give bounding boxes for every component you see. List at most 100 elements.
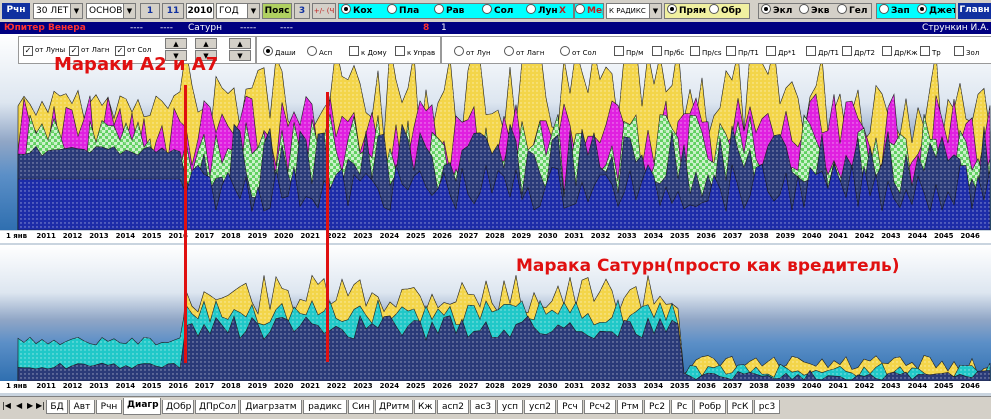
spin-down-3[interactable]: ▼ <box>229 50 251 61</box>
sheet-tab[interactable]: Рсч2 <box>584 400 616 414</box>
sheet-tab[interactable]: Авт <box>69 400 95 414</box>
sheet-tab[interactable]: Ртм <box>617 400 643 414</box>
radio-zap[interactable]: Зап <box>879 4 910 18</box>
sheet-tab[interactable]: Робр <box>694 400 726 414</box>
spin-up-3[interactable]: ▲ <box>229 38 251 49</box>
radio-sol[interactable]: Сол <box>482 4 513 18</box>
year-field[interactable]: 2010 <box>186 3 214 19</box>
num2-field[interactable]: 11 <box>162 3 184 19</box>
option-right-4[interactable]: Пр/бс <box>652 46 684 57</box>
option-label: Зол <box>966 49 980 57</box>
chevron-down-icon: ▼ <box>70 4 82 18</box>
radix-select[interactable]: К РАДИКС ▼ <box>606 3 662 19</box>
nav-next-icon[interactable]: ▶ <box>27 401 33 410</box>
year-tick-label: 2037 <box>722 232 743 240</box>
num1-field[interactable]: 1 <box>140 3 160 19</box>
radio-pla[interactable]: Пла <box>387 4 419 18</box>
option-right-10[interactable]: Др/Кж <box>882 46 918 57</box>
year-tick-label: 2023 <box>353 382 373 390</box>
option-right-11[interactable]: Тр <box>920 46 941 57</box>
option-right-6[interactable]: Пр/Т1 <box>726 46 759 57</box>
sheet-tab[interactable]: рс3 <box>754 400 780 414</box>
x-label: X <box>559 6 566 16</box>
radio-icon <box>387 4 397 14</box>
info-dash-4: ---- <box>280 23 293 33</box>
sheet-tab[interactable]: ДПрСол <box>195 400 239 414</box>
year-tick-label: 2040 <box>802 382 822 390</box>
sheet-tab[interactable]: Син <box>348 400 374 414</box>
unit-select[interactable]: ГОД ▼ <box>216 3 260 19</box>
option-mid-1[interactable]: Асп <box>307 46 332 57</box>
spin-up-2[interactable]: ▲ <box>195 38 217 49</box>
year-tick-label: 2026 <box>432 382 452 390</box>
radio-dzhet[interactable]: Джет <box>917 4 955 18</box>
period-select[interactable]: 30 ЛЕТ ▼ <box>33 3 83 19</box>
option-right-0[interactable]: от Лун <box>454 46 491 57</box>
radio-ekl[interactable]: Экл <box>761 4 792 18</box>
nav-first-icon[interactable]: |◀ <box>2 401 11 410</box>
option-label: Др*1 <box>778 49 796 57</box>
sheet-tab[interactable]: Рсч <box>557 400 583 414</box>
option-right-8[interactable]: Др/Т1 <box>806 46 839 57</box>
spin-up-1[interactable]: ▲ <box>165 38 187 49</box>
radio-lun[interactable]: Лун <box>526 4 558 18</box>
year-tick-label: 2038 <box>749 382 769 390</box>
option-right-7[interactable]: Др*1 <box>766 46 796 57</box>
sheet-tab[interactable]: Рс2 <box>644 400 670 414</box>
sheet-tab[interactable]: усп <box>497 400 523 414</box>
sheet-tab[interactable]: асп2 <box>437 400 469 414</box>
checkbox-icon <box>920 46 930 56</box>
year-tick-label: 1 янв <box>6 382 28 390</box>
radio-gel[interactable]: Гел <box>837 4 867 18</box>
year-tick-label: 2013 <box>89 382 109 390</box>
radio-ekv[interactable]: Экв <box>799 4 829 18</box>
option-right-12[interactable]: Зол <box>954 46 979 57</box>
year-tick-label: 2041 <box>828 232 848 240</box>
option-right-9[interactable]: Др/Т2 <box>842 46 875 57</box>
sheet-tab[interactable]: Диагрзатм <box>240 400 302 414</box>
mer-toggle[interactable]: Мер <box>574 3 604 19</box>
radio-pryam[interactable]: Прям <box>667 4 706 18</box>
num3-field[interactable]: 3 <box>294 3 310 19</box>
checkbox-icon <box>766 46 776 56</box>
year-tick-label: 2020 <box>274 232 294 240</box>
belt-button[interactable]: Пояс <box>262 3 292 19</box>
chevron-down-icon: ▼ <box>247 4 259 18</box>
sheet-tab[interactable]: БД <box>46 400 68 414</box>
sheet-tab[interactable]: ас3 <box>470 400 496 414</box>
nav-last-icon[interactable]: ▶| <box>36 401 45 410</box>
nav-prev-icon[interactable]: ◀ <box>16 401 22 410</box>
radio-icon <box>526 4 536 14</box>
sheet-tab[interactable]: ДРитм <box>375 400 413 414</box>
option-right-3[interactable]: Пр/м <box>614 46 643 57</box>
chevron-down-icon: ▼ <box>123 4 135 18</box>
info-dash-1: ---- <box>130 23 143 33</box>
rch-button[interactable]: Рчн <box>2 3 30 19</box>
year-tick-label: 2017 <box>194 382 215 390</box>
year-tick-label: 1 янв <box>6 232 28 240</box>
option-mid-3[interactable]: к Управ <box>395 46 435 57</box>
sheet-tab[interactable]: ДОбр <box>162 400 194 414</box>
sheet-tab[interactable]: усп2 <box>524 400 556 414</box>
option-mid-0[interactable]: Даши <box>263 46 296 57</box>
radio-rav[interactable]: Рав <box>434 4 464 18</box>
option-right-5[interactable]: Пр/сs <box>690 46 722 57</box>
option-right-1[interactable]: от Лагн <box>504 46 544 57</box>
sheet-tab[interactable]: Рчн <box>96 400 122 414</box>
plusminus-button[interactable]: +/- (Ч <box>312 3 336 19</box>
radio-icon <box>482 4 492 14</box>
radio-obr[interactable]: Обр <box>709 4 741 18</box>
sheet-tab[interactable]: радикс <box>303 400 347 414</box>
sheet-tab[interactable]: Кж <box>414 400 436 414</box>
radio-koh[interactable]: Кох <box>341 4 372 18</box>
sheet-tab[interactable]: Диагр <box>123 398 161 415</box>
main-button[interactable]: Главн <box>958 3 991 19</box>
sheet-tab[interactable]: Рс <box>671 400 693 414</box>
year-axis-top: 1 янв 2011 2012 2013 2014 2015 2016 2017 2018 201… <box>0 231 991 243</box>
year-tick-label: 2015 <box>142 232 162 240</box>
option-mid-2[interactable]: к Дому <box>349 46 387 57</box>
mode-group: Кох Пла Рав Сол Лун X <box>338 3 574 19</box>
sheet-tab[interactable]: РсК <box>727 400 753 414</box>
option-right-2[interactable]: от Сол <box>560 46 596 57</box>
base-select[interactable]: ОСНОВН ▼ <box>86 3 136 19</box>
